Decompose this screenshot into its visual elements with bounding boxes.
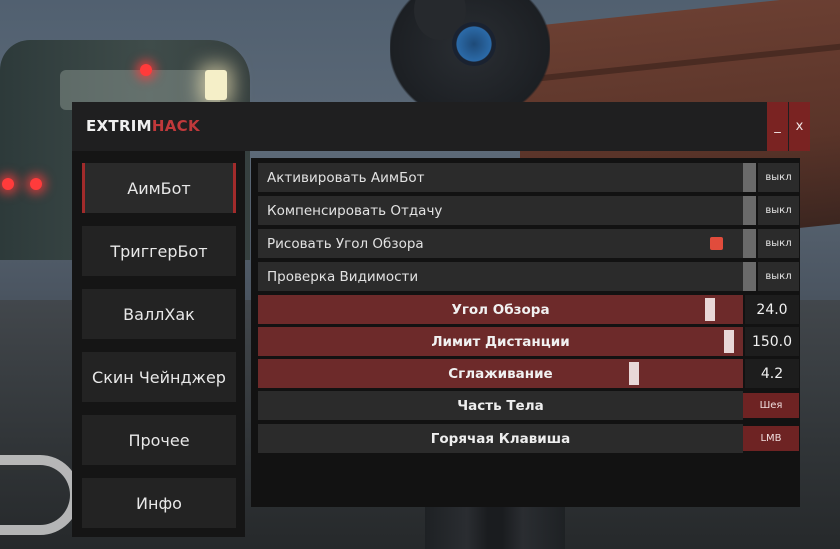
toggle-row-activate-aimbot: Активировать АимБот выкл xyxy=(258,163,799,192)
toggle-row-recoil-control: Компенсировать Отдачу выкл xyxy=(258,196,799,225)
background-red-light xyxy=(140,64,152,76)
slider-thumb[interactable] xyxy=(724,330,734,353)
toggle-label: Активировать АимБот xyxy=(267,170,425,186)
toggle-label: Проверка Видимости xyxy=(267,269,419,285)
title-main: EXTRIM xyxy=(86,117,152,135)
sidebar-item-triggerbot[interactable]: ТриггерБот xyxy=(82,226,236,276)
sidebar-item-info[interactable]: Инфо xyxy=(82,478,236,528)
aimbot-settings-panel: Активировать АимБот выкл Компенсировать … xyxy=(251,158,800,507)
toggle-switch[interactable] xyxy=(743,163,756,192)
row-label-cell: Часть Тела xyxy=(258,391,743,420)
background-red-light xyxy=(30,178,42,190)
title-accent: HACK xyxy=(151,117,200,135)
toggle-label: Компенсировать Отдачу xyxy=(267,203,443,219)
row-label-cell: Горячая Клавиша xyxy=(258,424,743,453)
toggle-state[interactable]: выкл xyxy=(758,196,799,225)
background-red-light xyxy=(2,178,14,190)
toggle-state[interactable]: выкл xyxy=(758,163,799,192)
toggle-label: Рисовать Угол Обзора xyxy=(267,236,424,252)
slider-label: Сглаживание xyxy=(448,366,553,382)
slider-label: Лимит Дистанции xyxy=(431,334,570,350)
slider-track[interactable]: Угол Обзора xyxy=(258,295,743,324)
toggle-switch[interactable] xyxy=(743,196,756,225)
slider-value: 150.0 xyxy=(745,327,799,356)
slider-label: Угол Обзора xyxy=(451,302,550,318)
slider-track[interactable]: Лимит Дистанции xyxy=(258,327,743,356)
toggle-row-draw-fov: Рисовать Угол Обзора выкл xyxy=(258,229,799,258)
slider-row-fov: Угол Обзора 24.0 xyxy=(258,295,799,324)
selector-label: Часть Тела xyxy=(457,398,544,414)
sidebar-item-aimbot[interactable]: АимБот xyxy=(82,163,236,213)
toggle-state[interactable]: выкл xyxy=(758,262,799,291)
body-part-select[interactable]: Шея xyxy=(743,393,799,418)
background-road-marking xyxy=(0,455,80,535)
slider-track[interactable]: Сглаживание xyxy=(258,359,743,388)
slider-row-smoothing: Сглаживание 4.2 xyxy=(258,359,799,388)
row-label-cell: Компенсировать Отдачу xyxy=(258,196,743,225)
slider-thumb[interactable] xyxy=(629,362,639,385)
toggle-switch[interactable] xyxy=(743,229,756,258)
selector-row-body-part: Часть Тела Шея xyxy=(258,391,799,420)
slider-row-distance-limit: Лимит Дистанции 150.0 xyxy=(258,327,799,356)
hotkey-select[interactable]: LMB xyxy=(743,426,799,451)
title-bar[interactable]: EXTRIMHACK _ x xyxy=(72,102,810,151)
sidebar-item-misc[interactable]: Прочее xyxy=(82,415,236,465)
cheat-menu-window: EXTRIMHACK _ x АимБот ТриггерБот ВаллХак… xyxy=(72,102,810,537)
slider-value: 24.0 xyxy=(745,295,799,324)
slider-value: 4.2 xyxy=(745,359,799,388)
fov-color-picker[interactable] xyxy=(710,237,723,250)
toggle-state[interactable]: выкл xyxy=(758,229,799,258)
background-gas-mask xyxy=(452,22,496,66)
toggle-switch[interactable] xyxy=(743,262,756,291)
sidebar-item-skin-changer[interactable]: Скин Чейнджер xyxy=(82,352,236,402)
row-label-cell: Проверка Видимости xyxy=(258,262,743,291)
window-title: EXTRIMHACK xyxy=(86,117,200,135)
selector-row-hotkey: Горячая Клавиша LMB xyxy=(258,424,799,453)
minimize-button[interactable]: _ xyxy=(767,102,788,151)
row-label-cell: Рисовать Угол Обзора xyxy=(258,229,743,258)
slider-thumb[interactable] xyxy=(705,298,715,321)
toggle-row-visibility-check: Проверка Видимости выкл xyxy=(258,262,799,291)
sidebar: АимБот ТриггерБот ВаллХак Скин Чейнджер … xyxy=(72,151,245,537)
row-label-cell: Активировать АимБот xyxy=(258,163,743,192)
close-button[interactable]: x xyxy=(789,102,810,151)
selector-label: Горячая Клавиша xyxy=(430,431,571,447)
sidebar-item-wallhack[interactable]: ВаллХак xyxy=(82,289,236,339)
background-lamp xyxy=(205,70,227,100)
